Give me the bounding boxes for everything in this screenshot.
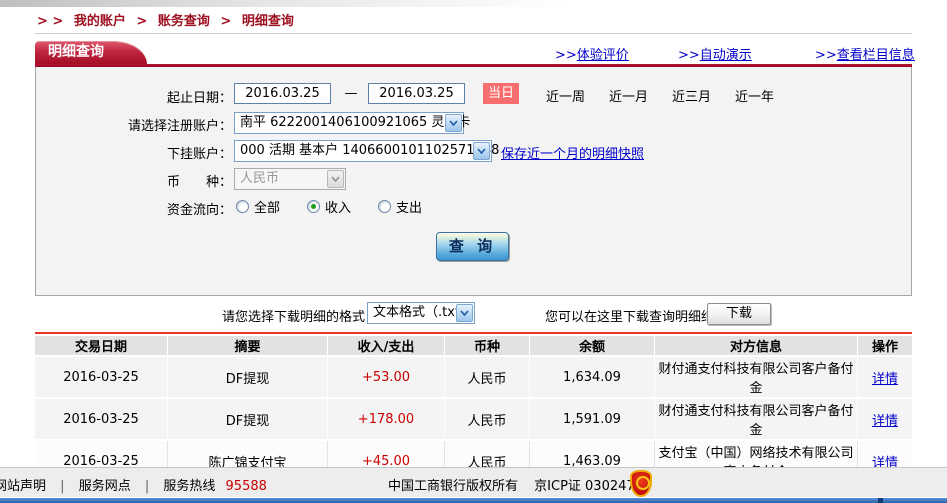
footer-separator: |: [60, 479, 65, 494]
flow-radio[interactable]: [236, 200, 249, 213]
table-row: 2016-03-25 DF提现 +53.00 人民币 1,634.09 财付通支…: [35, 357, 912, 399]
auto-demo-link[interactable]: >>自动演示: [678, 44, 752, 63]
cell-amount: +178.00: [328, 399, 445, 441]
bottom-bar: [0, 497, 947, 503]
link-prefix: >>: [678, 48, 700, 63]
date-range-label: 起止日期：: [166, 91, 232, 106]
today-button[interactable]: 当日: [483, 83, 519, 104]
flow-radio[interactable]: [307, 200, 321, 213]
download-button[interactable]: 下载: [707, 303, 771, 325]
cell-counterparty: 财付通支付科技有限公司客户备付金: [655, 399, 858, 441]
cell-summary: DF提现: [168, 399, 328, 441]
flow-option-expense[interactable]: 支出: [378, 197, 422, 216]
currency-select-disabled: 人民币: [234, 168, 346, 190]
last-week-link[interactable]: 近一周: [546, 86, 585, 105]
link-prefix: >>: [555, 48, 577, 63]
footer: 网站声明 | 服务网点 | 服务热线 95588 中国工商银行版权所有 京ICP…: [0, 467, 947, 497]
breadcrumb-item-my-account[interactable]: 我的账户: [74, 14, 126, 29]
service-outlets-link[interactable]: 服务网点: [79, 479, 131, 494]
column-header-date: 交易日期: [35, 336, 168, 357]
end-date-input[interactable]: [368, 83, 465, 104]
currency-label: 币 种：: [166, 175, 232, 190]
site-statement-link[interactable]: 网站声明: [0, 479, 46, 494]
breadcrumb-prefix: > >: [37, 14, 64, 29]
table-row: 2016-03-25 DF提现 +178.00 人民币 1,591.09 财付通…: [35, 399, 912, 441]
breadcrumb-separator: >: [220, 14, 232, 29]
query-form: 起止日期： — 当日 近一周 近一月 近三月 近一年 请选择注册账户： 南平 6…: [35, 67, 912, 296]
flow-option-label: 全部: [254, 201, 281, 216]
last-3-months-link[interactable]: 近三月: [672, 86, 711, 105]
column-header-balance: 余额: [530, 336, 655, 357]
dropdown-arrow-icon[interactable]: [445, 114, 462, 132]
link-label: 体验评价: [576, 48, 629, 63]
flow-option-label: 收入: [325, 201, 352, 216]
cell-date: 2016-03-25: [35, 357, 168, 399]
hotline-number: 95588: [225, 479, 267, 494]
register-account-label: 请选择注册账户：: [127, 119, 232, 134]
experience-rating-link[interactable]: >>体验评价: [555, 44, 629, 63]
fund-flow-label: 资金流向：: [166, 203, 232, 218]
save-snapshot-link[interactable]: 保存近一个月的明细快照: [501, 143, 644, 162]
cell-amount: +53.00: [328, 357, 445, 399]
column-header-currency: 币种: [445, 336, 530, 357]
download-hint: 您可以在这里下载查询明细结果: [545, 310, 728, 325]
query-button[interactable]: 查 询: [436, 232, 509, 261]
dropdown-arrow-icon[interactable]: [473, 142, 490, 160]
breadcrumb-item-account-query[interactable]: 账务查询: [158, 14, 210, 29]
detail-link[interactable]: 详情: [872, 414, 898, 429]
breadcrumb-separator: >: [136, 14, 148, 29]
footer-separator: |: [144, 479, 150, 494]
link-prefix: >>: [815, 48, 837, 63]
cell-balance: 1,634.09: [530, 357, 655, 399]
bank-emblem-icon: [630, 470, 652, 497]
flow-option-income[interactable]: 收入: [307, 197, 351, 216]
date-range-dash: —: [344, 86, 358, 101]
cell-counterparty: 财付通支付科技有限公司客户备付金: [655, 357, 858, 399]
dropdown-arrow-icon: [327, 170, 344, 188]
table-top-divider: [35, 332, 912, 334]
column-header-action: 操作: [858, 336, 912, 357]
download-format-label: 请您选择下载明细的格式: [221, 310, 365, 325]
sub-account-value: 000 活期 基本户 1406600101102571848: [240, 143, 500, 158]
link-label: 自动演示: [699, 48, 752, 63]
detail-query-page: > > 我的账户 > 账务查询 > 明细查询 明细查询 >>体验评价 >>自动演…: [0, 0, 947, 503]
flow-radio[interactable]: [378, 200, 392, 213]
dropdown-arrow-icon[interactable]: [456, 304, 473, 322]
bottom-bar-notch: [878, 498, 883, 503]
copyright-text: 中国工商银行版权所有: [388, 479, 519, 494]
start-date-input[interactable]: [234, 83, 331, 104]
cell-currency: 人民币: [445, 399, 530, 441]
flow-option-all[interactable]: 全部: [236, 197, 280, 216]
column-info-link[interactable]: >>查看栏目信息: [815, 44, 915, 63]
breadcrumb-divider: [35, 33, 912, 34]
column-header-amount: 收入/支出: [328, 336, 445, 357]
cell-currency: 人民币: [445, 357, 530, 399]
link-label: 查看栏目信息: [836, 48, 915, 63]
last-month-link[interactable]: 近一月: [609, 86, 648, 105]
column-header-summary: 摘要: [168, 336, 328, 357]
footer-links: 网站声明 | 服务网点 | 服务热线 95588: [0, 475, 267, 494]
cell-balance: 1,591.09: [530, 399, 655, 441]
top-gradient: [0, 0, 947, 7]
download-format-select[interactable]: 文本格式（.txt）: [367, 302, 475, 324]
currency-value: 人民币: [240, 171, 280, 186]
register-account-select[interactable]: 南平 6222001406100921065 灵通卡: [234, 112, 470, 134]
flow-option-label: 支出: [396, 201, 423, 216]
breadcrumb: > > 我的账户 > 账务查询 > 明细查询: [37, 10, 300, 29]
tab-detail-query[interactable]: 明细查询: [35, 41, 147, 64]
fund-flow-options: 全部 收入 支出: [236, 197, 422, 216]
sub-account-label: 下挂账户：: [166, 147, 232, 162]
breadcrumb-item-detail-query[interactable]: 明细查询: [242, 14, 294, 29]
hotline-label: 服务热线: [163, 479, 216, 494]
detail-link[interactable]: 详情: [872, 372, 898, 387]
register-account-value: 南平 6222001406100921065 灵通卡: [240, 115, 471, 130]
copyright: 中国工商银行版权所有 京ICP证 030247号: [388, 475, 648, 494]
table-header-row: 交易日期 摘要 收入/支出 币种 余额 对方信息 操作: [35, 336, 912, 357]
cell-summary: DF提现: [168, 357, 328, 399]
sub-account-select[interactable]: 000 活期 基本户 1406600101102571848: [234, 140, 499, 162]
column-header-counterparty: 对方信息: [655, 336, 858, 357]
last-year-link[interactable]: 近一年: [735, 86, 774, 105]
cell-date: 2016-03-25: [35, 399, 168, 441]
